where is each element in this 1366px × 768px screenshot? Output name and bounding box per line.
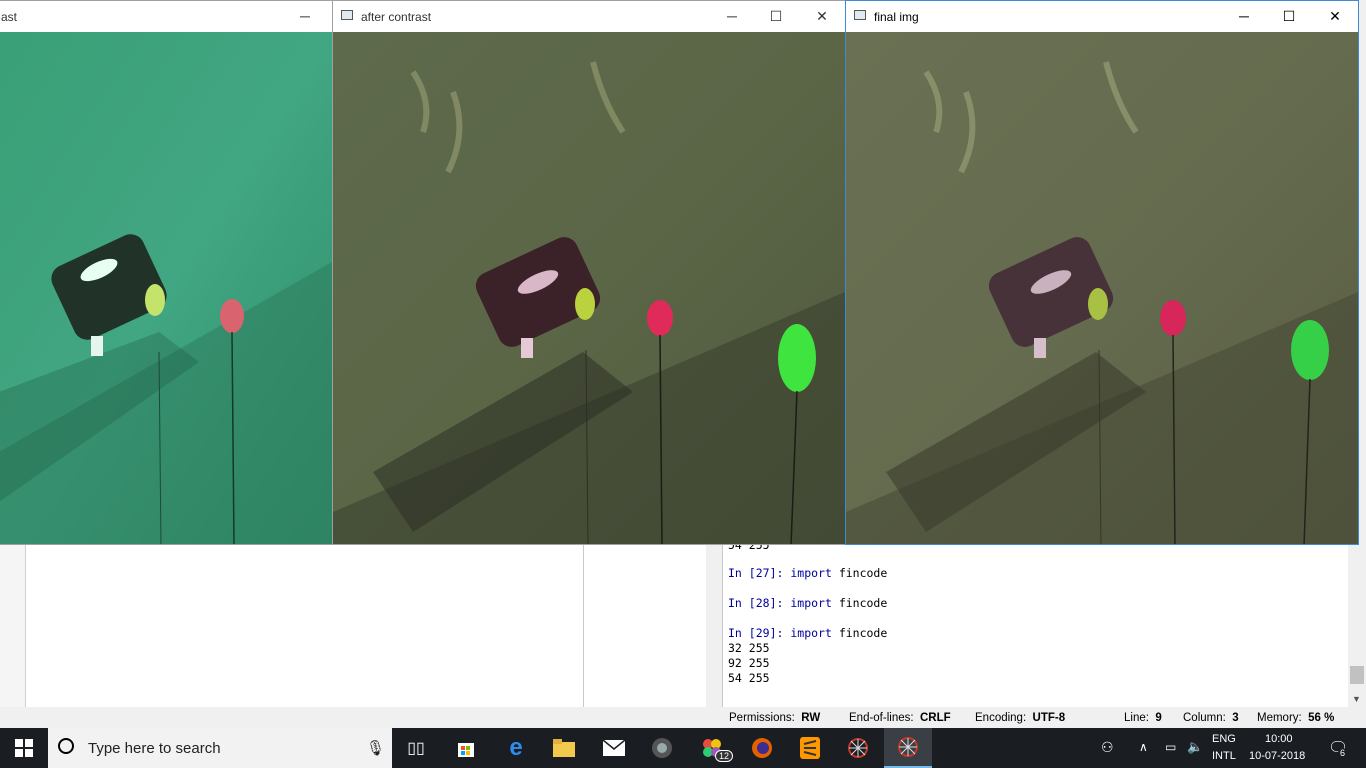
close-button[interactable]: ✕ — [1312, 1, 1358, 31]
search-placeholder: Type here to search — [88, 740, 221, 757]
console-output-line: 54 255 — [728, 671, 770, 685]
volume-icon[interactable]: 🔈 — [1187, 739, 1203, 755]
minimize-button[interactable]: ─ — [1221, 1, 1267, 31]
task-view-icon[interactable]: ▯▯ — [392, 728, 440, 768]
window-final-img[interactable]: final img ─ ☐ ✕ — [845, 0, 1359, 545]
camera-icon[interactable] — [638, 728, 686, 768]
windows-logo-icon — [15, 739, 33, 757]
system-tray: ⚇ ∧ ▭ 🔈 ENG INTL 10:00 10-07-2018 🗨 6 — [1095, 728, 1366, 768]
taskbar-apps: ▯▯ e 12 — [392, 728, 952, 768]
maximize-button[interactable]: ☐ — [753, 1, 799, 31]
titlebar[interactable]: after contrast ─ ☐ ✕ — [333, 1, 845, 31]
language-indicator[interactable]: ENG — [1212, 733, 1236, 745]
variable-explorer-pane[interactable] — [583, 545, 706, 707]
sublime-text-icon[interactable] — [786, 728, 834, 768]
image-final — [846, 32, 1358, 544]
scroll-down-arrow-icon[interactable]: ▼ — [1352, 694, 1361, 704]
firefox-icon[interactable] — [738, 728, 786, 768]
status-column: Column: 3 — [1183, 712, 1239, 724]
window-title: final img — [874, 10, 919, 24]
window-app-icon — [854, 10, 866, 20]
window-after-contrast[interactable]: after contrast ─ ☐ ✕ — [332, 0, 846, 545]
app-badge: 12 — [715, 750, 734, 762]
titlebar[interactable]: final img ─ ☐ ✕ — [846, 1, 1358, 31]
cortana-circle-icon — [58, 738, 74, 754]
status-memory: Memory: 56 % — [1257, 712, 1335, 724]
console-input-27: In [27]: import fincode — [728, 566, 888, 580]
status-eol: End-of-lines: CRLF — [849, 712, 951, 724]
photos-app-icon[interactable]: 12 — [688, 728, 736, 768]
store-icon[interactable] — [442, 728, 490, 768]
console-scrollbar-thumb[interactable] — [1350, 666, 1364, 684]
ipython-console[interactable]: 54 255 In [27]: import fincode In [28]: … — [722, 538, 1349, 707]
battery-icon[interactable]: ▭ — [1165, 740, 1176, 754]
clock-date[interactable]: 10-07-2018 — [1249, 750, 1305, 762]
console-input-28: In [28]: import fincode — [728, 596, 888, 610]
spider-app-active-icon[interactable] — [884, 728, 932, 768]
edge-browser-icon[interactable]: e — [492, 728, 540, 768]
window-title: ast — [1, 10, 18, 24]
minimize-button[interactable]: ─ — [282, 1, 328, 31]
status-bar: Permissions: RW End-of-lines: CRLF Encod… — [705, 709, 1366, 728]
image-after-contrast — [333, 32, 845, 544]
spider-app-icon[interactable] — [834, 728, 882, 768]
file-explorer-icon[interactable] — [540, 728, 588, 768]
clock-time[interactable]: 10:00 — [1265, 733, 1293, 745]
mail-icon[interactable] — [590, 728, 638, 768]
maximize-button[interactable]: ☐ — [1266, 1, 1312, 31]
titlebar[interactable]: ast ─ — [0, 1, 332, 31]
close-button[interactable]: ✕ — [799, 1, 845, 31]
window-before-contrast[interactable]: ast ─ — [0, 0, 333, 545]
keyboard-layout[interactable]: INTL — [1212, 750, 1236, 762]
window-title: after contrast — [361, 10, 432, 24]
notification-count-badge: 6 — [1338, 748, 1348, 758]
taskbar-search-box[interactable]: Type here to search 🎙 — [48, 728, 392, 768]
status-encoding: Encoding: UTF-8 — [975, 712, 1066, 724]
console-output-line: 32 255 — [728, 641, 770, 655]
status-permissions: Permissions: RW — [729, 712, 821, 724]
console-input-29: In [29]: import fincode — [728, 626, 888, 640]
start-button[interactable] — [0, 728, 48, 768]
microphone-icon[interactable]: 🎙 — [366, 739, 385, 757]
status-line: Line: 9 — [1124, 712, 1162, 724]
minimize-button[interactable]: ─ — [709, 1, 755, 31]
editor-pane[interactable] — [25, 545, 584, 707]
chevron-up-icon[interactable]: ∧ — [1139, 740, 1148, 754]
people-icon[interactable]: ⚇ — [1101, 739, 1114, 756]
window-app-icon — [341, 10, 353, 20]
editor-line-margin — [0, 545, 25, 707]
image-before-contrast — [0, 32, 332, 544]
console-output-line: 92 255 — [728, 656, 770, 670]
